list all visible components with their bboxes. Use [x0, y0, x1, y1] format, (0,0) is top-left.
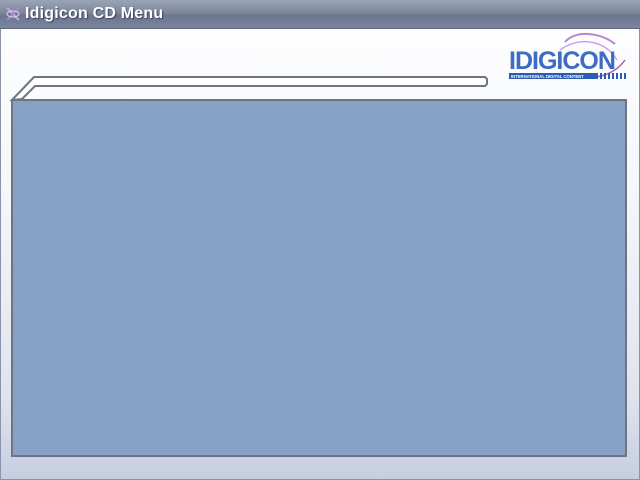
logo-graphic: IDIGICON INTERNATIONAL DIGITAL CONTENT: [509, 33, 626, 79]
logo-tagline: INTERNATIONAL DIGITAL CONTENT: [511, 74, 584, 79]
panel-tab: [9, 76, 488, 102]
idigicon-logo: IDIGICON INTERNATIONAL DIGITAL CONTENT: [505, 30, 631, 82]
main-panel: [11, 99, 627, 457]
logo-wordmark: IDIGICON: [509, 47, 615, 75]
